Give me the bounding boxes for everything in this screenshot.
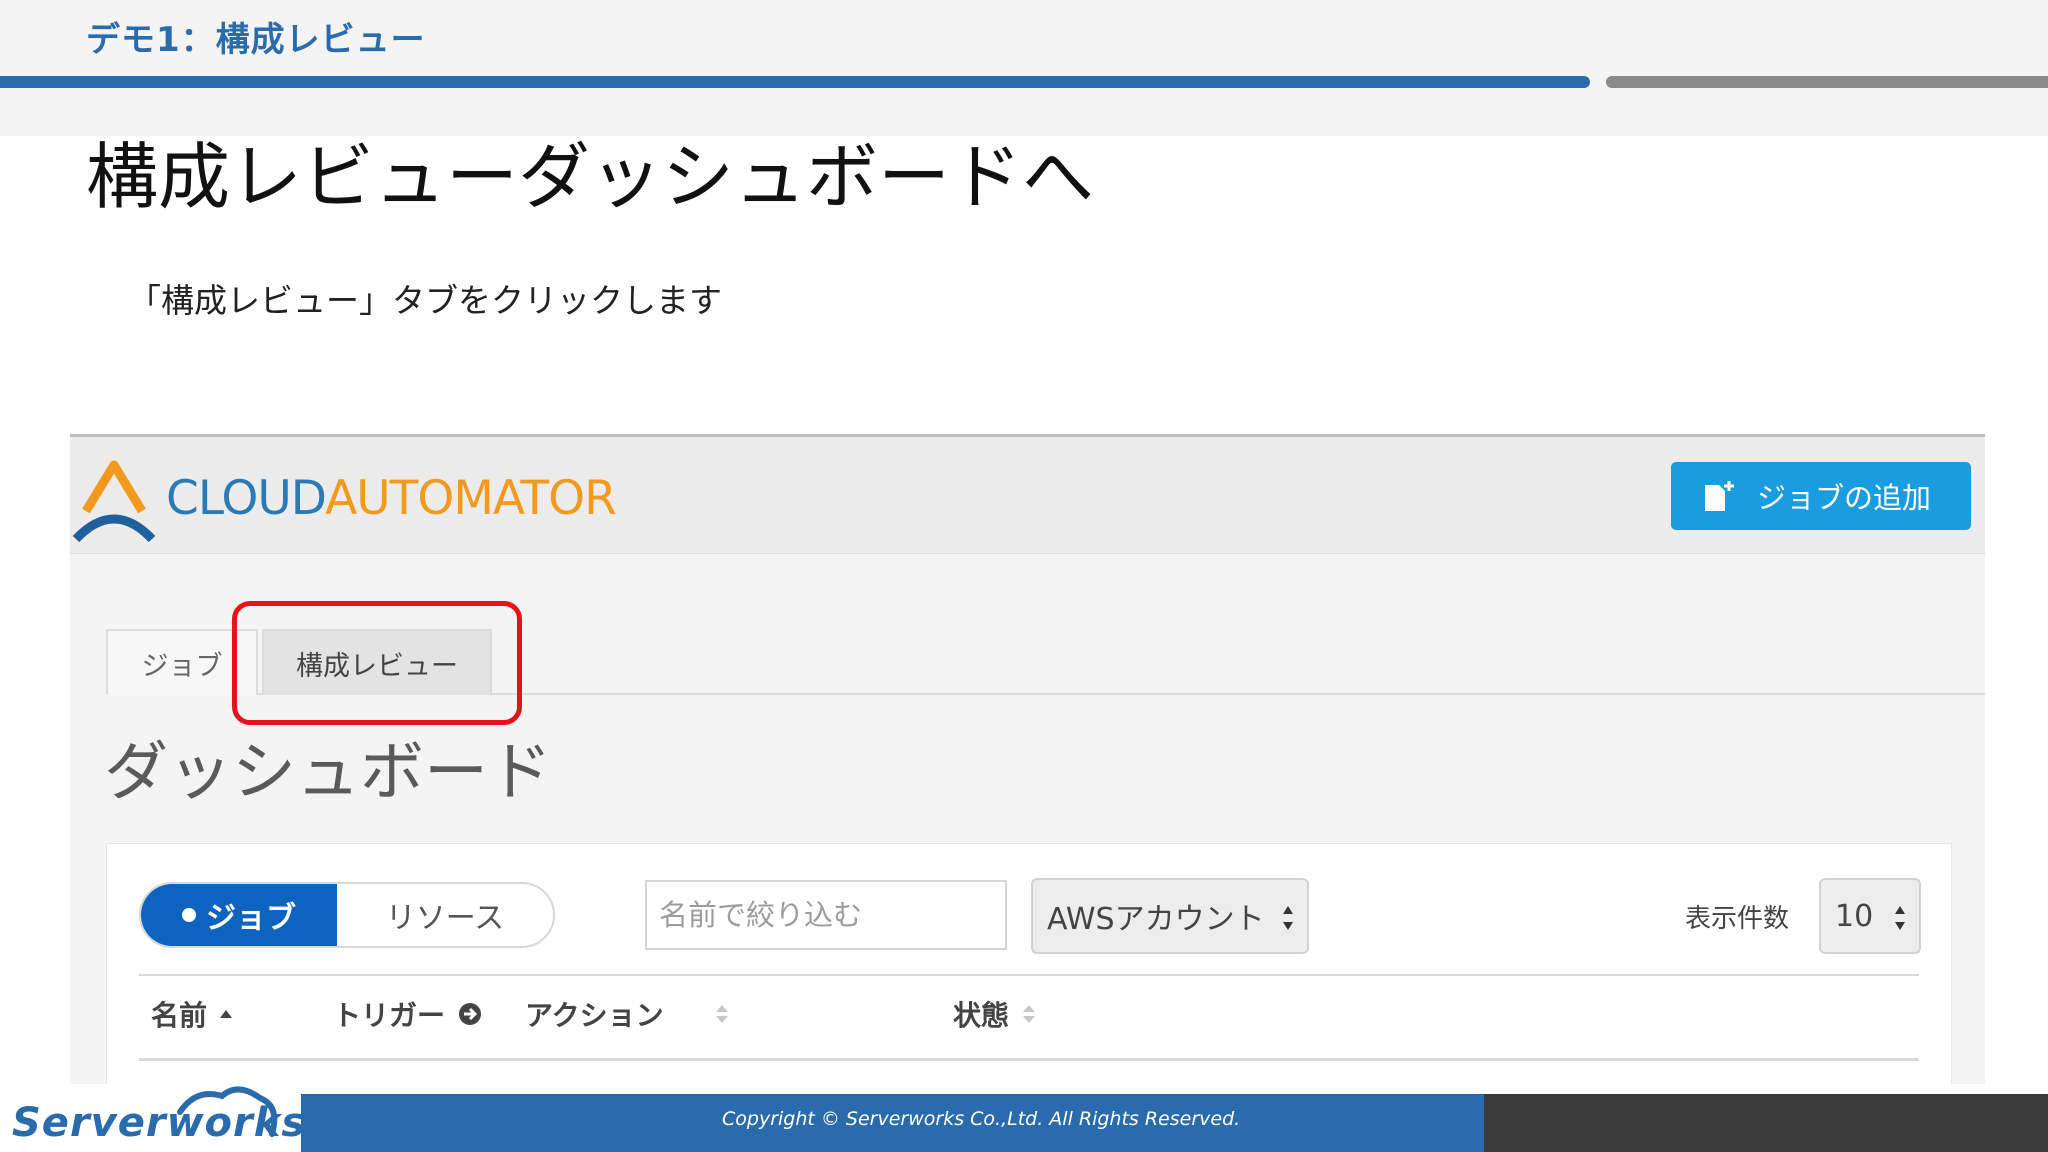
arrow-circle-right-icon	[459, 1003, 482, 1025]
table-divider	[139, 1058, 1919, 1061]
toggle-jobs[interactable]: ジョブ	[141, 884, 337, 946]
header-secondary-bar	[1606, 76, 2048, 88]
aws-account-select-label: AWSアカウント	[1047, 902, 1265, 937]
app-header: CLOUDAUTOMATOR ジョブの追加	[70, 437, 1985, 554]
column-header-trigger[interactable]: トリガー	[333, 994, 483, 1034]
dashboard-title: ダッシュボード	[104, 736, 552, 810]
page-size-select[interactable]: 10	[1819, 878, 1921, 954]
app-logo-text: CLOUDAUTOMATOR	[166, 471, 617, 526]
slide-instruction: 「構成レビュー」タブをクリックします	[128, 281, 722, 320]
add-job-label: ジョブの追加	[1757, 481, 1932, 515]
add-job-button[interactable]: ジョブの追加	[1671, 462, 1971, 530]
cloudautomator-logo-icon	[72, 460, 156, 543]
select-arrows-icon	[1895, 906, 1905, 930]
serverworks-brand: Serverworks	[12, 1100, 307, 1146]
highlight-annotation	[232, 601, 522, 725]
add-document-icon	[1705, 481, 1734, 511]
sort-icon	[715, 1005, 728, 1023]
header-accent-bar	[0, 76, 1590, 88]
copyright-text: Copyright © Serverworks Co.,Ltd. All Rig…	[722, 1108, 1241, 1130]
table-divider	[139, 974, 1919, 976]
select-arrows-icon	[1283, 906, 1293, 930]
column-header-name[interactable]: 名前	[151, 994, 233, 1034]
section-title: デモ1：構成レビュー	[86, 20, 426, 60]
view-toggle: ジョブ リソース	[139, 882, 555, 948]
page-size-label: 表示件数	[1685, 904, 1790, 934]
page-size-value: 10	[1835, 898, 1874, 934]
footer-bar-dark	[1484, 1094, 2048, 1152]
sort-asc-icon	[220, 1010, 233, 1018]
toggle-resources[interactable]: リソース	[337, 884, 553, 946]
column-header-status[interactable]: 状態	[953, 994, 1037, 1034]
name-filter-input[interactable]	[645, 880, 1007, 950]
slide-title: 構成レビューダッシュボードへ	[86, 135, 1095, 219]
dashboard-panel: ジョブ リソース AWSアカウント 表示件数 10 名前 トリガー	[106, 843, 1952, 1084]
app-screenshot: CLOUDAUTOMATOR ジョブの追加 ジョブ 構成レビュー ダッシュボード…	[70, 434, 1985, 1084]
aws-account-select[interactable]: AWSアカウント	[1031, 878, 1309, 954]
slide-header: デモ1：構成レビュー	[0, 0, 2048, 136]
toggle-jobs-label: ジョブ	[206, 901, 296, 936]
selected-dot-icon	[182, 908, 196, 922]
sort-icon	[1023, 1005, 1036, 1023]
column-header-action[interactable]: アクション	[525, 994, 732, 1034]
